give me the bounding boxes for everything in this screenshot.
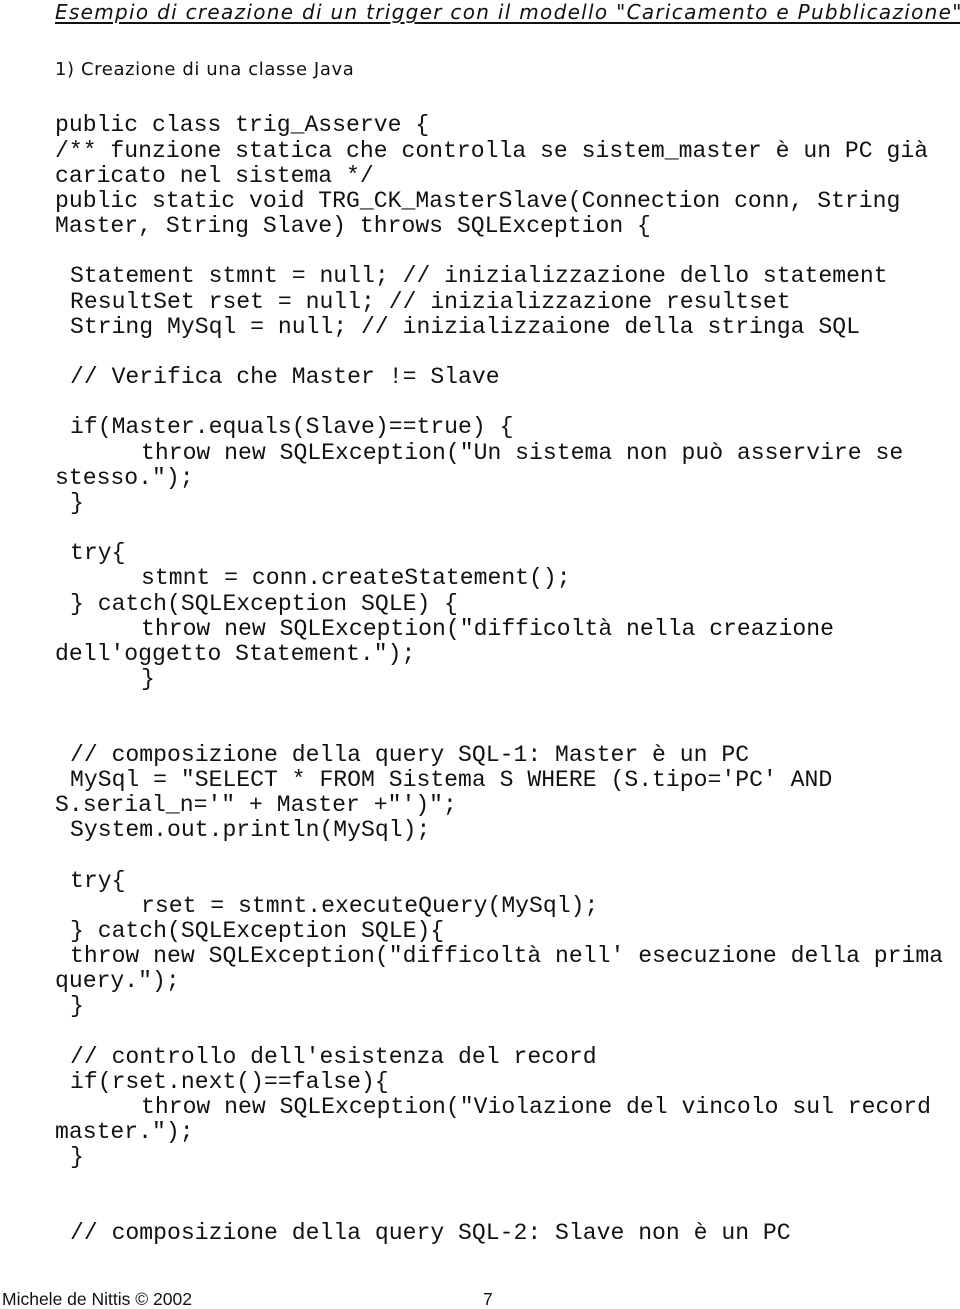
code-line: if(rset.next()==false){	[70, 1068, 389, 1095]
code-line: public class trig_Asserve {	[55, 112, 430, 139]
code-line: System.out.println(MySql);	[70, 817, 431, 844]
code-line: /** funzione statica che controlla se si…	[55, 137, 929, 164]
code-line: stesso.");	[55, 464, 194, 491]
code-line: stmnt = conn.createStatement();	[141, 565, 571, 592]
footer-author: Michele de Nittis © 2002	[2, 1289, 192, 1309]
section-heading: 1) Creazione di una classe Java	[55, 59, 355, 80]
code-line: Master, String Slave) throws SQLExceptio…	[55, 213, 651, 240]
code-line: rset = stmnt.executeQuery(MySql);	[141, 892, 599, 919]
blank-code-line	[0, 718, 960, 743]
code-line: throw new SQLException("difficoltà nell'…	[70, 943, 944, 970]
blank-code-line	[0, 1171, 960, 1196]
code-line: // composizione della query SQL-1: Maste…	[70, 741, 750, 768]
code-line: caricato nel sistema */	[55, 162, 374, 189]
code-line: } catch(SQLException SQLE) {	[70, 590, 459, 617]
code-line: MySql = "SELECT * FROM Sistema S WHERE (…	[70, 766, 833, 793]
code-line: }	[70, 489, 84, 516]
code-line: throw new SQLException("Un sistema non p…	[141, 439, 904, 466]
code-line: }	[70, 993, 84, 1020]
code-line: throw new SQLException("Violazione del v…	[141, 1094, 931, 1121]
code-line: }	[70, 1144, 84, 1171]
code-line: try{	[70, 540, 126, 567]
blank-code-line	[0, 239, 960, 264]
blank-code-line	[0, 390, 960, 415]
code-line: // Verifica che Master != Slave	[70, 364, 500, 391]
code-line: String MySql = null; // inizializzaione …	[70, 313, 860, 340]
document-title: Esempio di creazione di un trigger con i…	[55, 0, 960, 24]
code-line: } catch(SQLException SQLE){	[70, 917, 445, 944]
code-listing: public class trig_Asserve {/** funzione …	[0, 113, 960, 1246]
blank-code-line	[0, 340, 960, 365]
code-line: if(Master.equals(Slave)==true) {	[70, 414, 514, 441]
code-line: ResultSet rset = null; // inizializzazio…	[70, 288, 791, 315]
code-line: master.");	[55, 1119, 194, 1146]
code-line: Statement stmnt = null; // inizializzazi…	[70, 263, 888, 290]
blank-code-line	[0, 843, 960, 868]
blank-code-line	[0, 1196, 960, 1221]
code-line: }	[141, 666, 155, 693]
blank-code-line	[0, 692, 960, 717]
code-line: // controllo dell'esistenza del record	[70, 1043, 597, 1070]
code-line: public static void TRG_CK_MasterSlave(Co…	[55, 187, 901, 214]
code-line: // composizione della query SQL-2: Slave…	[70, 1219, 791, 1246]
code-line: throw new SQLException("difficoltà nella…	[141, 615, 834, 642]
blank-code-line	[0, 1020, 960, 1045]
blank-code-line	[0, 516, 960, 541]
code-line: S.serial_n='" + Master +"')";	[55, 792, 457, 819]
code-line: dell'oggetto Statement.");	[55, 641, 416, 667]
page-number: 7	[483, 1289, 493, 1309]
code-line: query.");	[55, 968, 180, 995]
code-line: try{	[70, 867, 126, 894]
